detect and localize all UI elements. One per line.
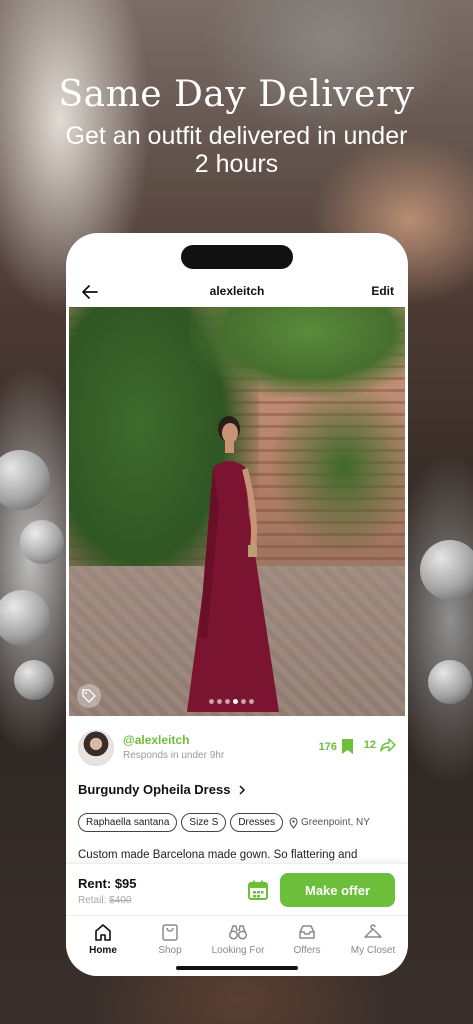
tab-my-closet[interactable]: My Closet <box>343 922 403 956</box>
location: Greenpoint, NY <box>289 816 370 829</box>
save-button[interactable]: 176 <box>319 738 354 755</box>
sequin-decoration <box>0 450 50 510</box>
seller-response-time: Responds in under 9hr <box>123 750 225 761</box>
tab-label: Offers <box>293 945 321 956</box>
retail-price: Retail: $400 <box>78 895 131 906</box>
rent-price: Rent: $95 <box>78 876 137 891</box>
share-arrow-icon <box>380 738 396 752</box>
dynamic-island <box>181 245 293 269</box>
hero-subtitle: Get an outfit delivered in under 2 hours <box>65 122 408 178</box>
action-bar: Rent: $95 Retail: $400 Make offer <box>66 863 408 915</box>
saves-count: 176 <box>318 740 337 753</box>
sequin-decoration <box>420 540 473 600</box>
tab-bar: Home Shop Looking For Offers My Closet <box>66 915 408 976</box>
chip-category[interactable]: Dresses <box>230 813 283 832</box>
location-pin-icon <box>289 816 298 829</box>
make-offer-button[interactable]: Make offer <box>280 873 395 907</box>
shopping-bag-icon <box>162 924 178 941</box>
tab-shop[interactable]: Shop <box>140 922 200 956</box>
home-indicator <box>176 966 298 970</box>
location-text: Greenpoint, NY <box>301 817 370 828</box>
home-icon <box>95 924 111 941</box>
sequin-decoration <box>20 520 64 564</box>
tab-looking-for[interactable]: Looking For <box>208 922 268 956</box>
calendar-icon[interactable] <box>247 879 269 901</box>
carousel-dots[interactable] <box>209 699 254 704</box>
sequin-decoration <box>14 660 54 700</box>
retail-label: Retail: <box>78 895 107 906</box>
inbox-icon <box>299 925 315 939</box>
shares-count: 12 <box>363 739 376 751</box>
carousel-dot[interactable] <box>233 699 238 704</box>
chip-brand[interactable]: Raphaella santana <box>78 813 178 832</box>
hanger-icon <box>364 924 382 938</box>
edit-button[interactable]: Edit <box>371 284 394 298</box>
item-title-text: Burgundy Opheila Dress <box>78 782 231 797</box>
page-title: alexleitch <box>209 284 265 298</box>
item-chips: Raphaella santana Size S Dresses Greenpo… <box>78 813 370 832</box>
phone-frame: alexleitch Edit @alexleitch Responds in … <box>66 233 408 976</box>
carousel-dot[interactable] <box>241 699 246 704</box>
ivy-foliage <box>269 377 405 557</box>
listing-photo[interactable] <box>69 307 405 716</box>
avatar[interactable] <box>78 730 114 766</box>
tab-label: Home <box>89 945 117 956</box>
top-bar: alexleitch Edit <box>66 280 408 304</box>
tab-label: Shop <box>158 945 182 956</box>
retail-value: $400 <box>109 895 132 906</box>
sequin-decoration <box>0 590 50 646</box>
carousel-dot[interactable] <box>249 699 254 704</box>
carousel-dot[interactable] <box>209 699 214 704</box>
chip-size[interactable]: Size S <box>181 813 227 832</box>
model-in-dress <box>187 416 279 712</box>
tag-icon[interactable] <box>77 684 101 708</box>
carousel-dot[interactable] <box>225 699 230 704</box>
tab-label: My Closet <box>350 945 396 956</box>
tab-label: Looking For <box>211 945 265 956</box>
chevron-right-icon <box>239 784 246 795</box>
tab-offers[interactable]: Offers <box>277 922 337 956</box>
binoculars-icon <box>228 925 248 940</box>
seller-row: @alexleitch Responds in under 9hr 176 12 <box>78 730 396 768</box>
tab-home[interactable]: Home <box>73 922 133 956</box>
item-title[interactable]: Burgundy Opheila Dress <box>78 782 246 797</box>
share-button[interactable]: 12 <box>364 738 396 752</box>
carousel-dot[interactable] <box>217 699 222 704</box>
hero-title: Same Day Delivery <box>58 74 415 115</box>
sequin-decoration <box>428 660 472 704</box>
seller-handle[interactable]: @alexleitch <box>123 733 189 747</box>
bookmark-icon <box>342 739 353 754</box>
